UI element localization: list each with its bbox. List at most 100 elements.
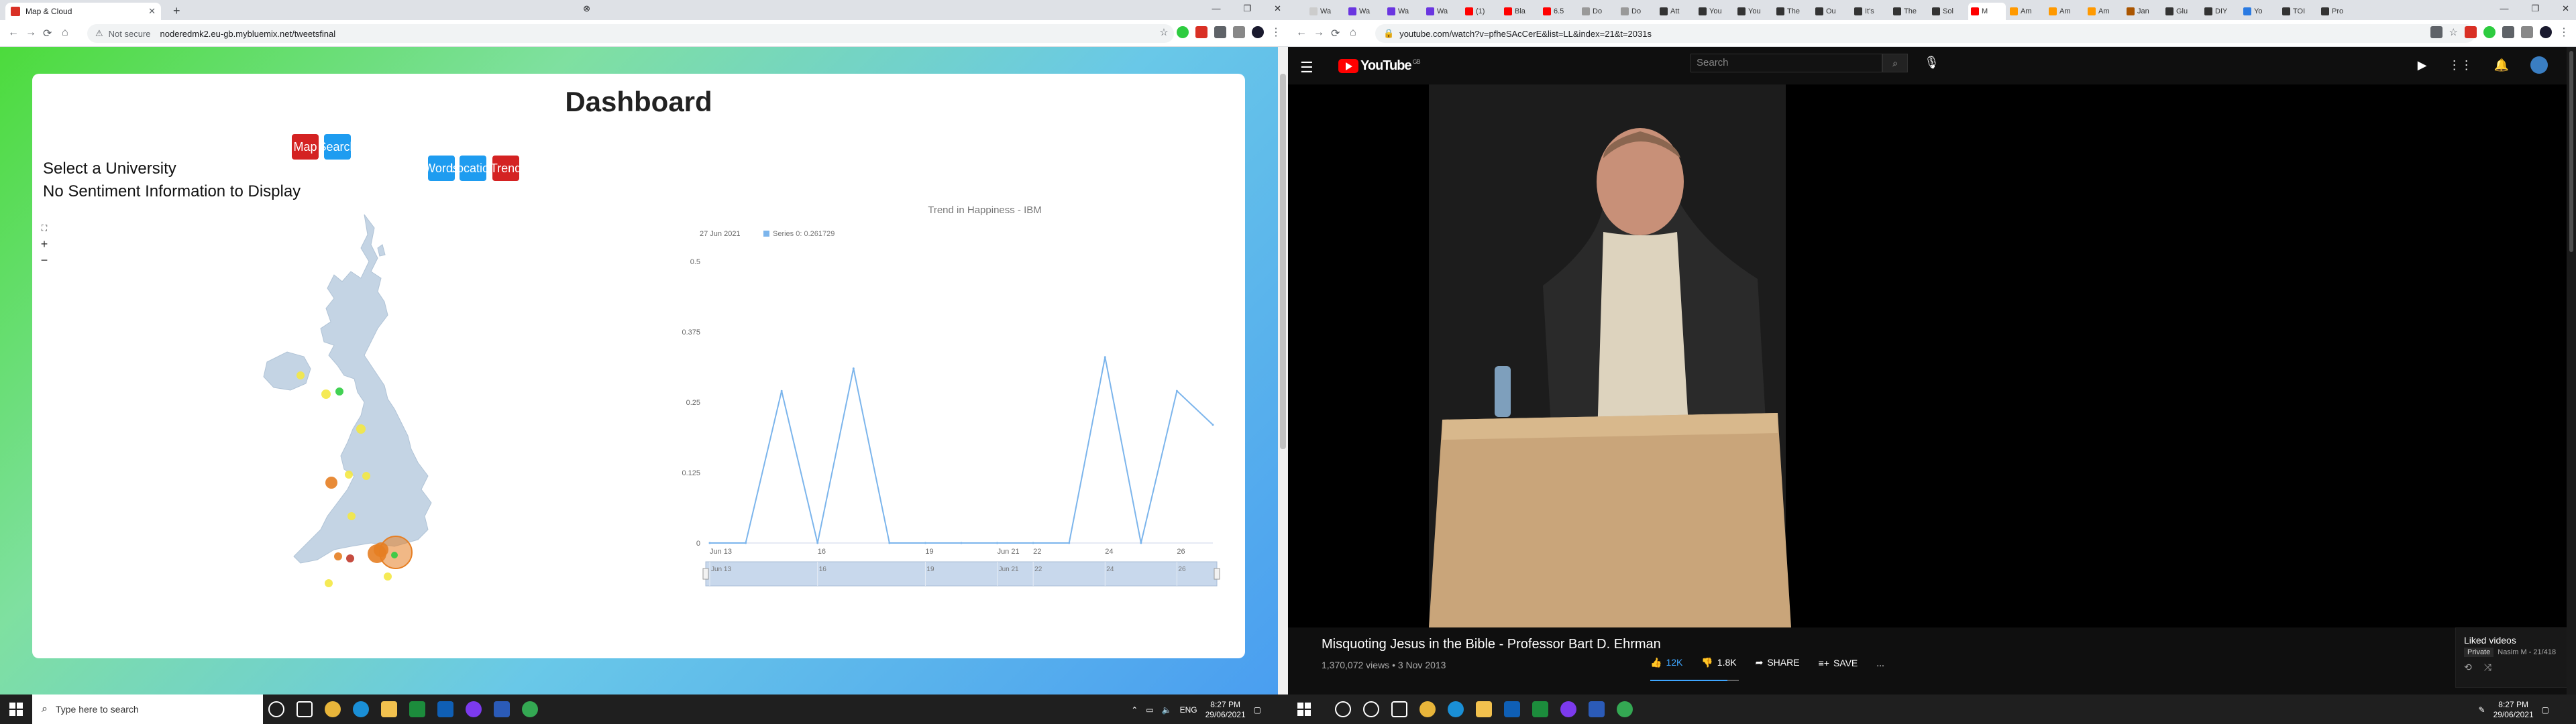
media-icon[interactable] [1233, 26, 1245, 38]
data-point[interactable] [816, 542, 819, 544]
tab-item[interactable]: TOI [2279, 3, 2317, 20]
data-point[interactable] [852, 367, 855, 370]
tab-item[interactable]: You [1735, 3, 1772, 20]
tab-item[interactable]: It's [1851, 3, 1889, 20]
tab-item[interactable]: Att [1657, 3, 1695, 20]
tab-item[interactable]: DIY [2202, 3, 2239, 20]
notifications-icon[interactable]: ▢ [2542, 705, 2549, 715]
map-marker-south-coast[interactable] [384, 572, 392, 581]
map-marker-bristol-b[interactable] [346, 554, 354, 562]
home-icon[interactable]: ⌂ [62, 27, 68, 39]
data-point[interactable] [924, 542, 926, 544]
trend-button[interactable]: Trend [490, 156, 521, 181]
tab-item[interactable]: (1) [1462, 3, 1500, 20]
volume-icon[interactable]: 🔈 [1162, 705, 1172, 715]
notifications-icon[interactable]: ▢ [1254, 705, 1261, 715]
map-marker-northern-england[interactable] [356, 424, 366, 434]
chrome-icon[interactable] [1419, 701, 1436, 717]
create-video-icon[interactable]: ▶ [2418, 58, 2427, 72]
close-tab-icon[interactable]: ✕ [148, 6, 156, 17]
tab-item[interactable]: You [1696, 3, 1733, 20]
tab-item[interactable]: Pro [2318, 3, 2356, 20]
notifications-bell-icon[interactable]: 🔔 [2494, 58, 2509, 72]
tab-item[interactable]: Yo [2241, 3, 2278, 20]
cortana-icon[interactable] [1363, 701, 1379, 717]
minimize-icon[interactable]: — [1212, 3, 1220, 14]
map-marker-north-west[interactable] [297, 371, 305, 379]
scrollbar-thumb[interactable] [2569, 51, 2573, 252]
apps-grid-icon[interactable]: ⋮⋮ [2449, 58, 2473, 72]
whatsapp-icon[interactable] [522, 701, 538, 717]
clock[interactable]: 8:27 PM 29/06/2021 [1205, 700, 1246, 720]
outlook-icon[interactable] [437, 701, 453, 717]
tab-item[interactable]: Am [2046, 3, 2084, 20]
excel-icon[interactable] [409, 701, 425, 717]
address-bar[interactable]: ⚠ Not secure noderedmk2.eu-gb.mybluemix.… [87, 24, 1174, 43]
shuffle-icon[interactable]: ⤨ [2484, 662, 2504, 672]
hamburger-menu-icon[interactable]: ☰ [1300, 59, 1313, 76]
extension-red-icon[interactable] [1195, 26, 1208, 38]
close-window-icon[interactable]: ✕ [2562, 3, 2569, 14]
data-point[interactable] [996, 542, 999, 544]
reload-icon[interactable]: ⟳ [1331, 27, 1340, 40]
loop-icon[interactable]: ⟲ [2464, 662, 2484, 672]
bookmark-star-icon[interactable]: ☆ [1158, 26, 1170, 38]
whatsapp-icon[interactable] [1617, 701, 1633, 717]
windows-start-icon[interactable] [9, 703, 23, 716]
tab-item[interactable]: Wa [1307, 3, 1344, 20]
data-point[interactable] [1104, 356, 1106, 359]
zoom-out-button[interactable]: − [39, 252, 50, 268]
map-marker-south-west[interactable] [325, 579, 333, 587]
search-button[interactable]: Search [318, 134, 357, 160]
app-purple-icon[interactable] [1560, 701, 1576, 717]
chart-navigator[interactable]: Jun 13 16 19 Jun 21 22 24 26 [702, 561, 1220, 587]
uk-map[interactable] [227, 208, 482, 597]
back-icon[interactable]: ← [1296, 27, 1307, 39]
outlook-icon[interactable] [1504, 701, 1520, 717]
maximize-icon[interactable]: ❐ [1243, 3, 1251, 14]
tab-item[interactable]: Do [1618, 3, 1656, 20]
data-point[interactable] [1032, 542, 1034, 544]
scrollbar-thumb[interactable] [1280, 74, 1286, 449]
tab-item[interactable]: The [1890, 3, 1928, 20]
bookmark-star-icon[interactable]: ☆ [2449, 26, 2458, 38]
chrome-icon[interactable] [325, 701, 341, 717]
map-marker-scotland-b[interactable] [335, 387, 343, 396]
tab-item[interactable]: M [1968, 3, 2006, 20]
page-scrollbar[interactable] [1278, 47, 1288, 695]
extensions-puzzle-icon[interactable] [1214, 26, 1226, 38]
edge-icon[interactable] [1448, 701, 1464, 717]
home-icon[interactable]: ⌂ [1350, 27, 1356, 39]
playlist-panel[interactable]: Liked videos Private Nasim M - 21/418 ⟲⤨ … [2455, 627, 2576, 688]
file-explorer-icon[interactable] [381, 701, 397, 717]
minimize-icon[interactable]: — [2500, 3, 2508, 14]
map-marker-bristol-a[interactable] [334, 552, 342, 560]
close-icon[interactable]: ⊗ [583, 3, 590, 14]
tab-item[interactable]: Glu [2163, 3, 2200, 20]
trend-chart[interactable]: Trend in Happiness - IBM 27 Jun 2021 Ser… [636, 194, 1226, 623]
tab-item[interactable]: 6.5 [1540, 3, 1578, 20]
pen-icon[interactable]: ✎ [2479, 705, 2485, 715]
map-marker-oxford[interactable] [374, 542, 388, 557]
app-purple-icon[interactable] [466, 701, 482, 717]
zoom-in-button[interactable]: + [39, 236, 50, 252]
extensions-puzzle-icon[interactable] [2502, 26, 2514, 38]
tab-item[interactable]: Jan [2124, 3, 2161, 20]
data-point[interactable] [1212, 424, 1214, 426]
task-view-icon[interactable] [1391, 701, 1407, 717]
map-marker-midlands-a[interactable] [345, 471, 353, 479]
navigator-handle[interactable] [702, 568, 709, 580]
share-button[interactable]: ➦ SHARE [1756, 657, 1800, 668]
search-icon[interactable] [1335, 701, 1351, 717]
tab-item[interactable]: Wa [1424, 3, 1461, 20]
youtube-logo[interactable]: YouTube GB [1338, 58, 1421, 74]
taskbar-search[interactable]: ⌕ Type here to search [32, 695, 263, 724]
profile-avatar[interactable] [2540, 26, 2552, 38]
network-icon[interactable]: ▭ [1146, 705, 1153, 715]
word-icon[interactable] [494, 701, 510, 717]
windows-start-icon[interactable] [1297, 703, 1311, 716]
avatar[interactable] [2530, 56, 2548, 74]
word-icon[interactable] [1589, 701, 1605, 717]
data-point[interactable] [708, 542, 711, 544]
map-marker-london-centre[interactable] [391, 552, 398, 558]
